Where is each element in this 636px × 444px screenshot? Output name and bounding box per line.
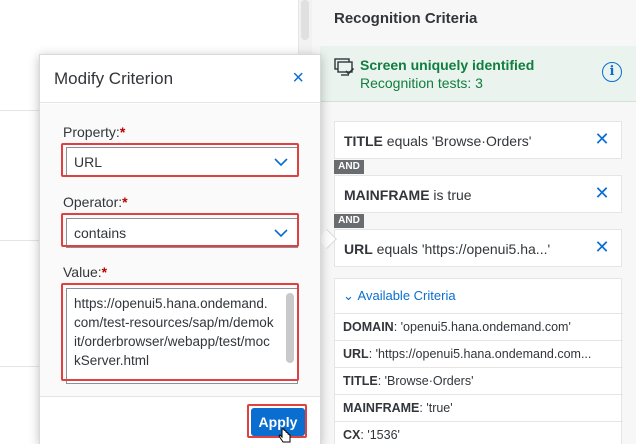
status-subtitle: Recognition tests: 3 xyxy=(360,75,483,91)
status-title: Screen uniquely identified xyxy=(360,57,535,73)
modify-criterion-dialog: Modify Criterion × Property:* URL Operat… xyxy=(39,54,321,444)
property-label: Property:* xyxy=(63,124,126,140)
panel-title: Recognition Criteria xyxy=(334,10,478,27)
criterion-text: TITLE equals 'Browse·Orders' xyxy=(344,133,532,149)
property-highlight xyxy=(61,143,299,177)
status-strip: Screen uniquely identified Recognition t… xyxy=(320,46,636,102)
info-icon[interactable]: i xyxy=(602,62,622,82)
value-highlight xyxy=(61,283,299,381)
remove-criterion-icon[interactable]: ✕ xyxy=(593,238,611,256)
operator-label: Operator:* xyxy=(63,194,128,210)
remove-criterion-icon[interactable]: ✕ xyxy=(593,130,611,148)
available-criterion-row[interactable]: CX: '1536' xyxy=(335,421,623,444)
available-criterion-row[interactable]: MAINFRAME: 'true' xyxy=(335,394,623,421)
and-badge: AND xyxy=(334,214,364,228)
available-criterion-row[interactable]: URL: 'https://openui5.hana.ondemand.com.… xyxy=(335,340,623,367)
hand-cursor-icon xyxy=(278,428,291,443)
available-criteria-toggle[interactable]: ⌄ Available Criteria xyxy=(343,288,456,304)
chevron-down-icon: ⌄ xyxy=(343,288,354,303)
criterion-item-title[interactable]: TITLE equals 'Browse·Orders' ✕ xyxy=(334,121,622,159)
available-criteria-panel: ⌄ Available Criteria DOMAIN: 'openui5.ha… xyxy=(334,278,623,444)
and-badge: AND xyxy=(334,160,364,174)
criterion-text: MAINFRAME is true xyxy=(344,187,472,203)
dialog-header: Modify Criterion × xyxy=(40,55,320,103)
scrollbar-thumb[interactable] xyxy=(301,0,309,40)
criterion-item-url[interactable]: URL equals 'https://openui5.ha...' ✕ xyxy=(334,229,622,267)
recognition-criteria-panel: Recognition Criteria Screen uniquely ide… xyxy=(312,0,636,444)
screen-check-icon xyxy=(334,58,355,76)
value-label: Value:* xyxy=(63,264,108,280)
dialog-title: Modify Criterion xyxy=(54,69,174,88)
criterion-text: URL equals 'https://openui5.ha...' xyxy=(344,241,551,257)
criterion-item-mainframe[interactable]: MAINFRAME is true ✕ xyxy=(334,175,622,213)
close-icon[interactable]: × xyxy=(292,68,304,88)
available-criterion-row[interactable]: DOMAIN: 'openui5.hana.ondemand.com' xyxy=(335,313,623,340)
remove-criterion-icon[interactable]: ✕ xyxy=(593,184,611,202)
operator-highlight xyxy=(61,213,299,247)
available-criterion-row[interactable]: TITLE: 'Browse·Orders' xyxy=(335,367,623,394)
